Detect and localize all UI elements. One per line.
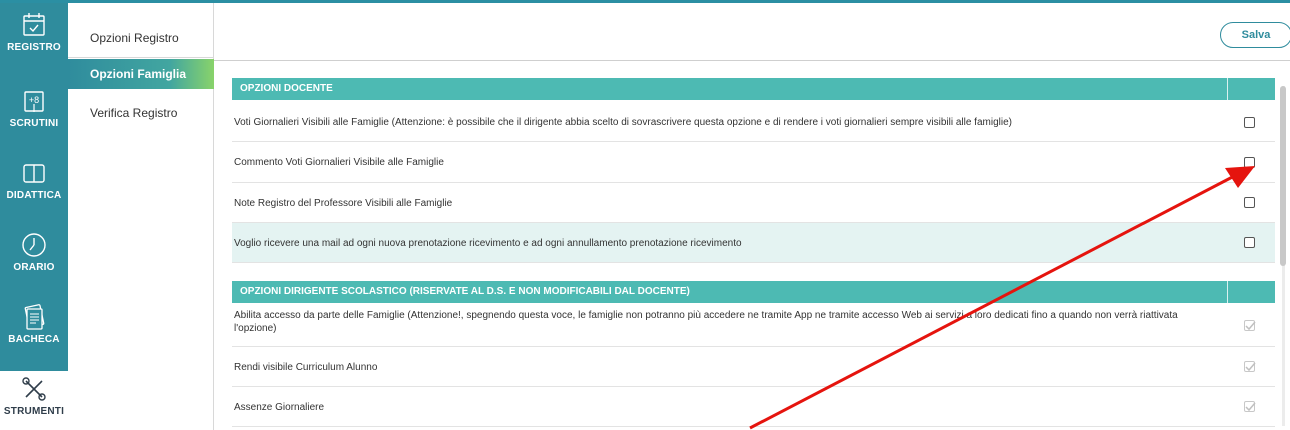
section-title: OPZIONI DOCENTE: [240, 83, 333, 94]
submenu-opzioni-famiglia[interactable]: Opzioni Famiglia: [68, 59, 214, 89]
section-title: OPZIONI DIRIGENTE SCOLASTICO (RISERVATE …: [240, 286, 690, 297]
nav-strumenti[interactable]: STRUMENTI: [0, 371, 68, 430]
check-icon: [1245, 321, 1256, 331]
option-label: Commento Voti Giornalieri Visibile alle …: [234, 157, 444, 168]
clock-icon: [22, 233, 46, 257]
option-label: Voglio ricevere una mail ad ogni nuova p…: [234, 238, 742, 249]
option-label: Assenze Giornaliere: [234, 402, 325, 413]
scrollbar-thumb[interactable]: [1280, 86, 1286, 266]
nav-bacheca[interactable]: BACHECA: [0, 299, 68, 355]
scrutini-icon: +8: [24, 91, 44, 112]
notes-icon: [24, 304, 45, 330]
nav-orario[interactable]: ORARIO: [0, 227, 68, 283]
check-icon: [1245, 402, 1256, 412]
option-checkbox[interactable]: [1244, 117, 1255, 128]
submenu-panel: Opzioni Registro Opzioni Famiglia Verifi…: [68, 3, 214, 430]
nav-bacheca-label: BACHECA: [8, 334, 60, 345]
main-nav-rail: REGISTRO +8 SCRUTINI DIDATTICA ORARIO BA…: [0, 3, 68, 430]
submenu-divider: [68, 57, 214, 58]
nav-didattica-label: DIDATTICA: [6, 190, 62, 201]
nav-registro[interactable]: REGISTRO: [0, 7, 68, 63]
submenu-verifica-registro[interactable]: Verifica Registro: [68, 98, 214, 128]
option-row: Voglio ricevere una mail ad ogni nuova p…: [232, 223, 1275, 263]
nav-scrutini-label: SCRUTINI: [9, 118, 59, 129]
tools-icon: [22, 377, 46, 401]
option-checkbox-disabled: [1244, 401, 1256, 412]
column-divider: [1227, 281, 1228, 303]
calendar-check-icon: [23, 13, 45, 36]
section-header-dirigente: OPZIONI DIRIGENTE SCOLASTICO (RISERVATE …: [232, 281, 1275, 303]
option-row: Assenze Giornaliere: [232, 387, 1275, 427]
option-checkbox[interactable]: [1244, 197, 1255, 208]
option-label: Note Registro del Professore Visibili al…: [234, 198, 453, 209]
nav-orario-label: ORARIO: [13, 262, 55, 273]
option-checkbox-disabled: [1244, 361, 1256, 372]
book-icon: [23, 164, 45, 183]
option-row: Abilita accesso da parte delle Famiglie …: [232, 303, 1275, 347]
section-header-docente: OPZIONI DOCENTE: [232, 78, 1275, 100]
option-checkbox[interactable]: [1244, 157, 1255, 168]
option-row: Rendi visibile Curriculum Alunno: [232, 347, 1275, 387]
column-divider: [1227, 78, 1228, 100]
nav-strumenti-label: STRUMENTI: [3, 406, 65, 417]
option-checkbox-disabled: [1244, 320, 1256, 331]
save-button[interactable]: Salva: [1220, 22, 1290, 48]
option-label: Rendi visibile Curriculum Alunno: [234, 362, 378, 373]
option-row: Note Registro del Professore Visibili al…: [232, 183, 1275, 223]
option-row: Voti Giornalieri Visibili alle Famiglie …: [232, 100, 1275, 142]
svg-text:+8: +8: [29, 95, 39, 105]
option-row: Commento Voti Giornalieri Visibile alle …: [232, 142, 1275, 183]
submenu-opzioni-registro[interactable]: Opzioni Registro: [68, 23, 214, 53]
option-label: Voti Giornalieri Visibili alle Famiglie …: [234, 117, 1012, 128]
nav-scrutini[interactable]: +8 SCRUTINI: [0, 83, 68, 139]
nav-registro-label: REGISTRO: [7, 42, 61, 53]
content-header: [214, 3, 1290, 61]
option-checkbox[interactable]: [1244, 237, 1255, 248]
check-icon: [1245, 362, 1256, 372]
scrollbar[interactable]: [1279, 72, 1287, 430]
option-label: Abilita accesso da parte delle Famiglie …: [234, 310, 1178, 334]
nav-didattica[interactable]: DIDATTICA: [0, 155, 68, 211]
